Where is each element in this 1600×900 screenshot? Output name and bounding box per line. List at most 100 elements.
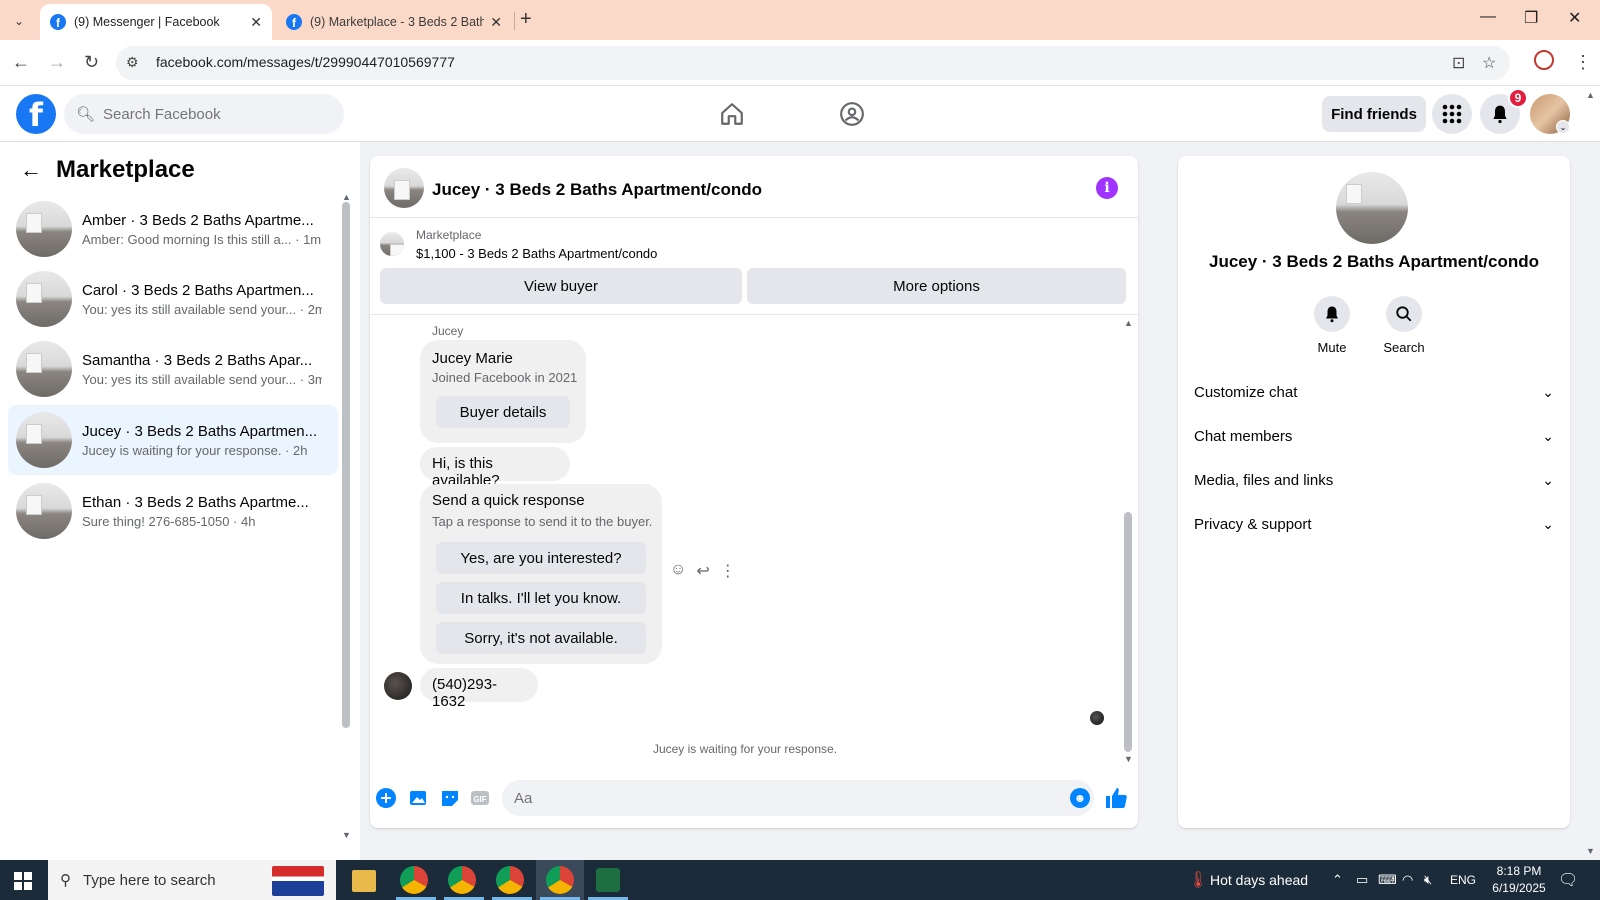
search-highlight-image[interactable]: [272, 866, 324, 896]
thumbs-up-icon[interactable]: [1104, 786, 1128, 816]
conversation-preview: You: yes its still available send your..…: [82, 301, 322, 317]
home-icon[interactable]: [714, 96, 750, 132]
file-explorer-icon[interactable]: [352, 870, 376, 892]
window-close-icon[interactable]: ✕: [1568, 8, 1581, 28]
volume-muted-icon[interactable]: 🔇︎: [1424, 872, 1432, 888]
groups-icon[interactable]: [834, 96, 870, 132]
new-tab-icon[interactable]: +: [520, 8, 532, 31]
windows-start-icon[interactable]: [14, 872, 32, 890]
info-icon[interactable]: i: [1096, 177, 1118, 199]
conversation-item-amber[interactable]: Amber · 3 Beds 2 Baths Apartme... Amber:…: [8, 194, 338, 264]
site-info-icon[interactable]: ⚙: [126, 54, 139, 71]
excel-icon[interactable]: [596, 868, 620, 892]
chevron-down-icon[interactable]: ⌄: [1556, 120, 1570, 134]
facebook-search[interactable]: 🔍︎: [64, 94, 344, 134]
buyer-details-button[interactable]: Buyer details: [436, 396, 570, 428]
mute-button[interactable]: Mute: [1302, 296, 1362, 355]
facebook-logo-icon[interactable]: f: [16, 94, 56, 134]
restore-icon[interactable]: ❐: [1524, 8, 1538, 28]
search-input[interactable]: [103, 105, 324, 123]
quick-response-not-available[interactable]: Sorry, it's not available.: [436, 622, 646, 654]
divider: [370, 314, 1138, 315]
thermometer-icon[interactable]: 🌡︎: [1188, 870, 1208, 890]
weather-text[interactable]: Hot days ahead: [1210, 872, 1308, 888]
clock-date[interactable]: 6/19/2025: [1484, 881, 1554, 895]
install-app-icon[interactable]: ⊡: [1452, 53, 1465, 73]
search-button[interactable]: Search: [1374, 296, 1434, 355]
url-field[interactable]: ⚙ facebook.com/messages/t/29990447010569…: [116, 46, 1510, 80]
tab-divider: [514, 12, 515, 30]
sidebar-scrollbar[interactable]: [342, 202, 350, 728]
more-options-button[interactable]: More options: [747, 268, 1126, 304]
reload-icon[interactable]: ↻: [84, 52, 99, 73]
chevron-up-icon[interactable]: ⌃: [1332, 872, 1343, 888]
conversation-item-ethan[interactable]: Ethan · 3 Beds 2 Baths Apartme... Sure t…: [8, 476, 338, 546]
chrome-icon[interactable]: [400, 866, 428, 894]
sticker-icon[interactable]: [440, 788, 460, 808]
scroll-down-icon[interactable]: ▼: [342, 830, 351, 840]
conversation-item-carol[interactable]: Carol · 3 Beds 2 Baths Apartmen... You: …: [8, 264, 338, 334]
chevron-down-icon: ⌄: [1542, 427, 1554, 444]
browser-menu-icon[interactable]: ⋮: [1574, 52, 1592, 73]
chat-scrollbar[interactable]: [1124, 512, 1132, 752]
section-customize-chat[interactable]: Customize chat ⌄: [1194, 374, 1554, 410]
find-friends-button[interactable]: Find friends: [1322, 96, 1426, 132]
conversation-item-samantha[interactable]: Samantha · 3 Beds 2 Baths Apar... You: y…: [8, 334, 338, 404]
view-buyer-button[interactable]: View buyer: [380, 268, 742, 304]
more-icon[interactable]: ⋮: [720, 561, 736, 581]
bell-icon: [1314, 296, 1350, 332]
scroll-down-icon[interactable]: ▼: [1586, 846, 1595, 856]
close-icon[interactable]: ✕: [250, 14, 262, 31]
tab-search-icon[interactable]: ⌄: [8, 10, 30, 32]
keyboard-icon[interactable]: ⌨: [1378, 872, 1397, 888]
sidebar-title: Marketplace: [56, 156, 195, 183]
message-actions: ☺ ↩ ⋮: [670, 561, 736, 581]
react-emoji-icon[interactable]: ☺: [670, 561, 686, 581]
back-icon[interactable]: ←: [12, 52, 30, 73]
minimize-icon[interactable]: —: [1480, 8, 1496, 26]
chrome-icon[interactable]: [496, 866, 524, 894]
message-input[interactable]: [514, 789, 1034, 807]
scroll-up-icon[interactable]: ▲: [1586, 90, 1595, 100]
close-icon[interactable]: ✕: [490, 14, 502, 31]
section-media-files-links[interactable]: Media, files and links ⌄: [1194, 462, 1554, 498]
section-chat-members[interactable]: Chat members ⌄: [1194, 418, 1554, 454]
plus-icon[interactable]: [376, 788, 396, 808]
listing-thumbnail[interactable]: [384, 168, 424, 208]
section-privacy-support[interactable]: Privacy & support ⌄: [1194, 506, 1554, 542]
notification-center-icon[interactable]: 🗨︎: [1558, 870, 1578, 890]
forward-icon[interactable]: →: [48, 52, 66, 73]
conversation-preview: You: yes its still available send your..…: [82, 371, 322, 387]
back-arrow-icon[interactable]: ←: [20, 157, 42, 183]
conversation-item-jucey[interactable]: Jucey · 3 Beds 2 Baths Apartmen... Jucey…: [8, 405, 338, 475]
tab-title: (9) Marketplace - 3 Beds 2 Bath: [310, 15, 485, 29]
listing-price[interactable]: $1,100 - 3 Beds 2 Baths Apartment/condo: [416, 246, 657, 261]
wifi-icon[interactable]: ◠: [1402, 872, 1413, 888]
meet-icon[interactable]: ▭: [1356, 872, 1368, 888]
scroll-down-icon[interactable]: ▼: [1124, 754, 1133, 764]
tab-messenger[interactable]: f (9) Messenger | Facebook ✕: [40, 4, 272, 40]
scroll-up-icon[interactable]: ▲: [1124, 318, 1133, 328]
facebook-favicon-icon: f: [50, 14, 66, 30]
chat-title[interactable]: Jucey · 3 Beds 2 Baths Apartment/condo: [432, 180, 762, 200]
quick-response-in-talks[interactable]: In talks. I'll let you know.: [436, 582, 646, 614]
photo-icon[interactable]: [408, 788, 428, 808]
chrome-icon[interactable]: [448, 866, 476, 894]
menu-grid-icon[interactable]: [1432, 94, 1472, 134]
message-composer[interactable]: ☻: [502, 780, 1094, 816]
profile-icon[interactable]: [1534, 50, 1554, 70]
scroll-up-icon[interactable]: ▲: [342, 192, 351, 202]
conversation-preview: Jucey is waiting for your response. · 2h: [82, 442, 308, 458]
tab-marketplace[interactable]: f (9) Marketplace - 3 Beds 2 Bath ✕: [276, 4, 512, 40]
bookmark-star-icon[interactable]: ☆: [1482, 53, 1496, 73]
marketplace-label: Marketplace: [416, 228, 482, 242]
emoji-icon[interactable]: ☻: [1070, 788, 1090, 808]
chrome-icon[interactable]: [546, 866, 574, 894]
gif-icon[interactable]: GIF: [470, 788, 490, 808]
language-indicator[interactable]: ENG: [1450, 873, 1476, 887]
reply-icon[interactable]: ↩: [696, 561, 709, 581]
avatar[interactable]: [384, 672, 412, 700]
clock-time[interactable]: 8:18 PM: [1484, 864, 1554, 878]
url-text: facebook.com/messages/t/2999044701056977…: [156, 54, 455, 70]
quick-response-yes[interactable]: Yes, are you interested?: [436, 542, 646, 574]
